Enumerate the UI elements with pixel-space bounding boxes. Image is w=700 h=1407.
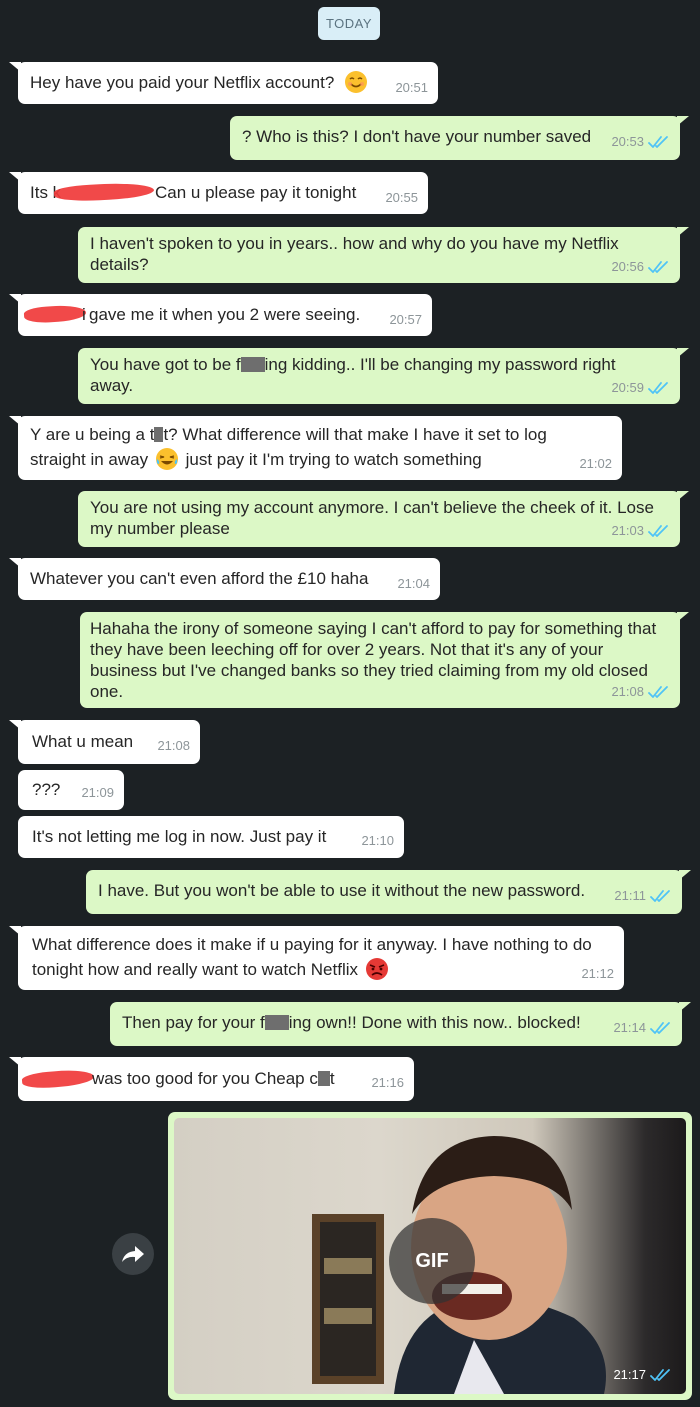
double-check-icon [648, 685, 670, 699]
message-time: 20:59 [611, 380, 644, 395]
message-time: 21:11 [614, 888, 646, 903]
message-time: 21:09 [81, 785, 114, 800]
message-time: 21:14 [613, 1020, 646, 1035]
message-time: 21:02 [579, 456, 612, 471]
message-incoming[interactable]: was too good for you Cheap c t 21:16 [9, 1057, 414, 1101]
message-incoming[interactable]: Hey have you paid your Netflix account? … [9, 62, 438, 104]
message-incoming[interactable]: It's not letting me log in now. Just pay… [18, 816, 404, 858]
message-text: What u mean [32, 732, 134, 751]
message-text-part: ing own!! Done with this now.. blocked! [288, 1013, 581, 1032]
gif-play-badge[interactable]: GIF [389, 1218, 475, 1304]
gif-label: GIF [415, 1249, 449, 1272]
message-incoming[interactable]: What difference does it make if u paying… [9, 926, 624, 990]
message-outgoing[interactable]: ? Who is this? I don't have your number … [230, 116, 689, 160]
message-incoming[interactable]: Whatever you can't even afford the £10 h… [9, 558, 440, 600]
message-incoming[interactable]: Y are u being a t t? What difference will… [9, 416, 622, 480]
message-time: 21:16 [371, 1075, 404, 1090]
double-check-icon [648, 260, 670, 274]
message-incoming[interactable]: What u mean 21:08 [9, 720, 200, 764]
forward-arrow-icon [122, 1246, 144, 1262]
message-text: Hahaha the irony of someone saying I can… [90, 619, 657, 701]
double-check-icon [648, 135, 670, 149]
message-text: ? Who is this? I don't have your number … [242, 127, 592, 146]
message-time: 21:12 [581, 966, 614, 981]
message-text: What difference does it make if u paying… [32, 935, 592, 979]
message-time: 21:08 [157, 738, 190, 753]
message-time: 21:04 [397, 576, 430, 591]
double-check-icon [650, 1021, 672, 1035]
message-outgoing[interactable]: You have got to be f ing kidding.. I'll b… [78, 348, 689, 404]
angry-face-emoji-icon [365, 958, 388, 980]
message-time: 21:08 [611, 684, 644, 699]
message-outgoing[interactable]: Then pay for your f ing own!! Done with t… [110, 1002, 691, 1046]
message-text-part: t [329, 1069, 335, 1088]
date-chip: TODAY [318, 7, 380, 40]
message-text: You are not using my account anymore. I … [90, 498, 654, 538]
message-time: 20:53 [611, 134, 644, 149]
message-outgoing[interactable]: I have. But you won't be able to use it … [86, 870, 691, 914]
message-text-part: was too good for you Cheap c [92, 1069, 318, 1088]
message-text: Whatever you can't even afford the £10 h… [30, 569, 369, 588]
message-incoming[interactable]: Its k Can u please pay it tonight 20:55 [9, 172, 428, 214]
message-text: I haven't spoken to you in years.. how a… [90, 234, 619, 274]
censor-block [264, 1015, 289, 1030]
smiling-face-emoji-icon [345, 71, 367, 93]
message-text: I have. But you won't be able to use it … [98, 881, 586, 900]
gif-message[interactable]: GIF 21:17 [168, 1112, 692, 1400]
message-time: 21:03 [611, 523, 644, 538]
message-text: Can u please pay it tonight [155, 183, 357, 202]
message-outgoing[interactable]: You are not using my account anymore. I … [78, 491, 689, 547]
redaction-mark [23, 303, 87, 325]
double-check-icon [650, 1368, 672, 1382]
message-incoming[interactable]: i gave me it when you 2 were seeing. 20:… [9, 294, 432, 336]
double-check-icon [648, 524, 670, 538]
redaction-mark [53, 181, 155, 203]
message-text-prefix: i [82, 305, 86, 324]
message-text: gave me it when you 2 were seeing. [89, 305, 361, 324]
message-time: 20:55 [385, 190, 418, 205]
censor-block [240, 357, 265, 372]
censor-block [317, 1071, 330, 1086]
tears-of-joy-emoji-icon [155, 448, 178, 470]
message-text-part: You have got to be f [90, 355, 241, 374]
message-incoming[interactable]: ??? 21:09 [18, 770, 124, 810]
double-check-icon [650, 889, 672, 903]
message-text-part: Then pay for your f [122, 1013, 265, 1032]
message-text-part: just pay it I'm trying to watch somethin… [185, 450, 482, 469]
double-check-icon [648, 381, 670, 395]
redaction-mark [21, 1067, 95, 1091]
message-text: Hey have you paid your Netflix account? [30, 73, 335, 92]
message-time: 21:17 [613, 1367, 646, 1382]
message-text-part: Y are u being a t [30, 425, 155, 444]
gif-thumbnail[interactable]: GIF 21:17 [174, 1118, 686, 1394]
message-outgoing[interactable]: I haven't spoken to you in years.. how a… [78, 227, 689, 283]
message-time: 20:57 [389, 312, 422, 327]
message-text: ??? [32, 780, 61, 799]
message-outgoing[interactable]: Hahaha the irony of someone saying I can… [80, 612, 689, 708]
message-time: 20:56 [611, 259, 644, 274]
forward-button[interactable] [112, 1233, 154, 1275]
gif-meta: 21:17 [613, 1367, 672, 1382]
message-text: It's not letting me log in now. Just pay… [32, 827, 327, 846]
date-label: TODAY [325, 16, 373, 31]
message-time: 21:10 [361, 833, 394, 848]
message-time: 20:51 [395, 80, 428, 95]
